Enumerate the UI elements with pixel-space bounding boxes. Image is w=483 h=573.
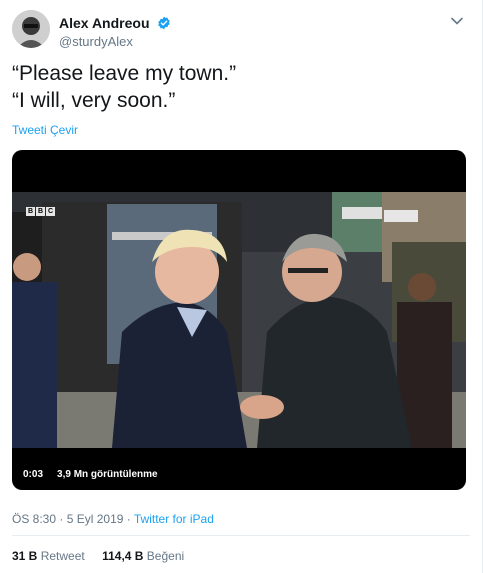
bbc-logo: BBC bbox=[26, 207, 55, 216]
translate-link[interactable]: Tweeti Çevir bbox=[12, 123, 78, 137]
author-handle[interactable]: @sturdyAlex bbox=[59, 33, 171, 51]
tweet-detail: Alex Andreou @sturdyAlex “Please leave m… bbox=[0, 0, 483, 573]
tweet-stats: 31 B Retweet 114,4 B Beğeni bbox=[12, 549, 198, 563]
video-controls: 0:03 3,9 Mn görüntülenme bbox=[18, 466, 163, 484]
meta-separator: · bbox=[56, 512, 67, 526]
author-block: Alex Andreou @sturdyAlex bbox=[59, 14, 171, 51]
like-count: 114,4 B bbox=[102, 549, 144, 563]
video-player[interactable]: BBC 0:03 3,9 Mn görüntülenme bbox=[12, 150, 466, 490]
retweet-label: Retweet bbox=[40, 549, 85, 563]
tweet-meta: ÖS 8:30 · 5 Eyl 2019 · Twitter for iPad bbox=[12, 512, 214, 526]
video-duration: 0:03 bbox=[18, 466, 49, 484]
tweet-source[interactable]: Twitter for iPad bbox=[134, 512, 214, 526]
video-views: 3,9 Mn görüntülenme bbox=[52, 466, 163, 484]
video-frame[interactable]: BBC bbox=[12, 192, 466, 448]
tweet-date[interactable]: 5 Eyl 2019 bbox=[67, 512, 124, 526]
retweet-count: 31 B bbox=[12, 549, 38, 563]
like-stat[interactable]: 114,4 B Beğeni bbox=[102, 549, 184, 563]
tweet-time[interactable]: ÖS 8:30 bbox=[12, 512, 56, 526]
chevron-down-icon[interactable] bbox=[450, 14, 464, 28]
divider bbox=[12, 535, 470, 536]
tweet-header: Alex Andreou @sturdyAlex bbox=[12, 10, 470, 50]
like-label: Beğeni bbox=[146, 549, 185, 563]
author-display-name[interactable]: Alex Andreou bbox=[59, 15, 150, 31]
tweet-line: “I will, very soon.” bbox=[12, 89, 176, 112]
retweet-stat[interactable]: 31 B Retweet bbox=[12, 549, 85, 563]
verified-badge-icon bbox=[157, 16, 171, 30]
tweet-line: “Please leave my town.” bbox=[12, 62, 237, 85]
tweet-text: “Please leave my town.” “I will, very so… bbox=[12, 60, 470, 114]
avatar[interactable] bbox=[12, 10, 50, 48]
meta-separator: · bbox=[123, 512, 134, 526]
